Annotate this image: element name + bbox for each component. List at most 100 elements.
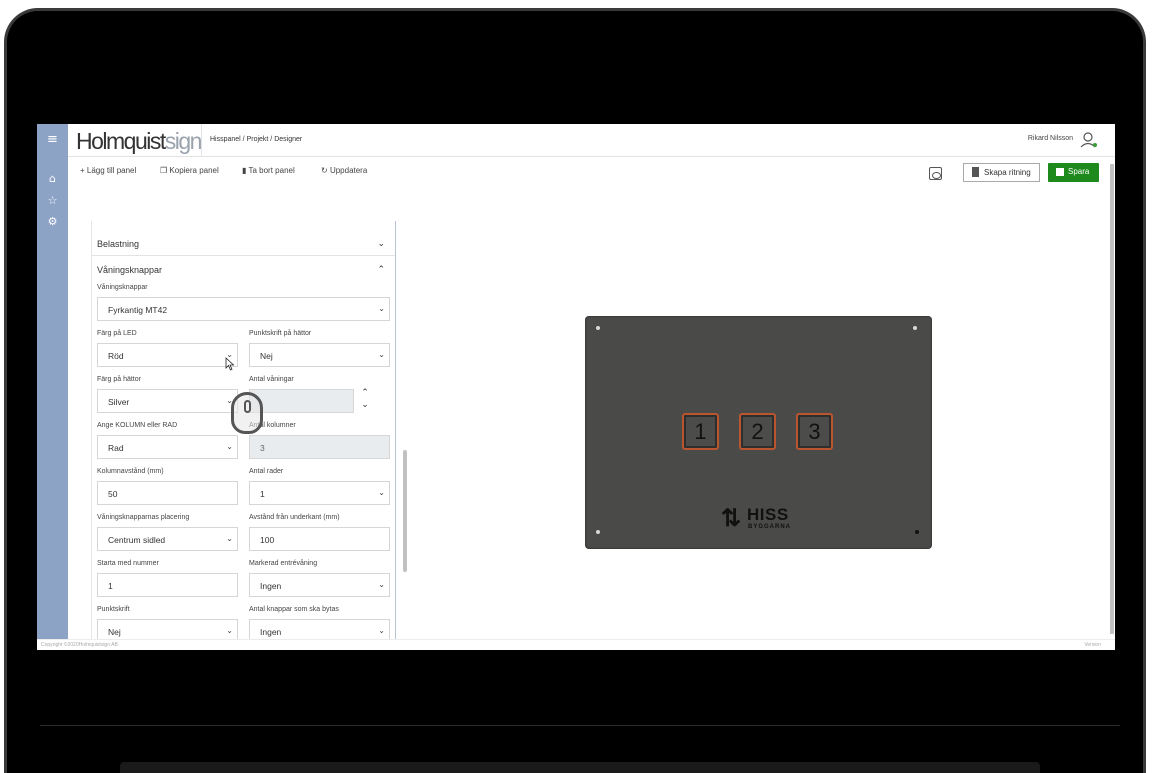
screw-hole [913,326,917,330]
cap-color-select[interactable]: Silver ⌄ [97,389,238,413]
create-drawing-button[interactable]: Skapa ritning [963,163,1040,182]
floor-button-2[interactable]: 2 [739,413,776,450]
columns-input[interactable]: 3 [249,435,390,459]
document-icon [972,167,979,177]
page-scrollbar[interactable] [1110,164,1114,634]
refresh-icon: ↻ [321,166,328,175]
chevron-down-icon: ⌄ [378,488,385,497]
toolbar: + Lägg till panel ❐ Kopiera panel ▮ Ta b… [68,157,1115,187]
braille-caps-label: Punktskrift på hättor [249,330,312,337]
panel-scrollbar[interactable] [403,450,407,572]
placement-select[interactable]: Centrum sidled ⌄ [97,527,238,551]
chevron-down-icon: ⌄ [378,626,385,635]
accordion-belastning-title: Belastning [97,239,140,249]
refresh-label: Uppdatera [329,166,368,175]
chevron-up-icon: ⌃ [377,264,385,274]
marked-entry-value: Ingen [260,581,282,591]
copy-panel-button[interactable]: ❐ Kopiera panel [160,166,219,175]
button-type-value: Fyrkantig MT42 [108,305,168,315]
logo[interactable]: Holmquistsign [76,128,203,155]
button-type-label: Våningsknappar [97,284,148,291]
stepper-down-icon[interactable]: ⌄ [360,399,370,410]
logo-divider [201,124,202,157]
copy-icon: ❐ [160,166,168,175]
distance-bottom-label: Avstånd från underkant (mm) [249,514,340,521]
buttons-replaced-value: Ingen [260,627,282,637]
rows-select[interactable]: 1 ⌄ [249,481,390,505]
refresh-button[interactable]: ↻ Uppdatera [321,166,367,175]
start-number-label: Starta med nummer [97,560,159,567]
floor-button-3[interactable]: 3 [796,413,833,450]
user-name[interactable]: Rikard Nilsson [1028,135,1073,142]
column-or-row-label: Ange KOLUMN eller RAD [97,422,178,429]
led-color-label: Färg på LED [97,330,137,337]
braille-caps-select[interactable]: Nej ⌄ [249,343,390,367]
chevron-down-icon: ⌄ [378,580,385,589]
button-type-select[interactable]: Fyrkantig MT42 ⌄ [97,297,390,321]
camera-icon[interactable] [929,167,942,180]
screw-hole [915,530,919,534]
accordion-belastning[interactable]: Belastning ⌄ [92,231,395,256]
laptop-hinge-line [40,725,1120,726]
brand-main-text: HISS [747,505,789,524]
placement-value: Centrum sidled [108,535,166,545]
chevron-down-icon: ⌄ [378,304,385,313]
chevron-down-icon: ⌄ [226,626,233,635]
user-icon[interactable] [1080,131,1098,149]
star-icon[interactable]: ☆ [37,194,68,207]
led-color-value: Röd [108,351,124,361]
breadcrumb[interactable]: Hisspanel / Projekt / Designer [210,136,302,143]
arrow-logo-icon: ⇅ [721,505,742,532]
save-button[interactable]: Spara [1048,163,1099,182]
braille-caps-value: Nej [260,351,273,361]
panel-preview: 1 2 3 ⇅ HISS BYGGARNA [585,316,932,549]
braille-label: Punktskrift [97,606,130,613]
menu-icon[interactable]: ≡ [37,132,68,147]
trash-icon: ▮ [242,166,247,175]
buttons-replaced-select[interactable]: Ingen ⌄ [249,619,390,639]
cap-color-value: Silver [108,397,130,407]
delete-panel-label: Ta bort panel [248,166,295,175]
cap-color-label: Färg på hättor [97,376,141,383]
copyright-text: Copyright ©2020Holmquistsign AB [41,642,118,648]
distance-bottom-input[interactable]: 100 [249,527,390,551]
chevron-down-icon: ⌄ [226,442,233,451]
braille-select[interactable]: Nej ⌄ [97,619,238,639]
rows-value: 1 [260,489,265,499]
logo-tail-text: sign [164,128,203,154]
floors-input[interactable] [249,389,354,413]
save-icon [1056,168,1064,176]
floor-button-1[interactable]: 1 [682,413,719,450]
placement-label: Våningsknapparnas placering [97,514,190,521]
accordion-vaningsknappar[interactable]: Våningsknappar ⌃ [92,257,395,282]
add-panel-button[interactable]: + Lägg till panel [80,166,136,175]
braille-value: Nej [108,627,121,637]
left-nav: ≡ ⌂ ☆ ⚙ [37,124,68,639]
column-spacing-label: Kolumnavstånd (mm) [97,468,164,475]
chevron-down-icon: ⌄ [378,350,385,359]
version-text: Version [1084,642,1101,648]
laptop-base [120,762,1040,773]
stepper-up-icon[interactable]: ⌃ [360,387,370,398]
screw-hole [596,530,600,534]
led-color-select[interactable]: Röd ⌄ [97,343,238,367]
rows-label: Antal rader [249,468,284,475]
brand-sub-text: BYGGARNA [748,524,792,530]
chevron-down-icon: ⌄ [226,534,233,543]
delete-panel-button[interactable]: ▮ Ta bort panel [242,166,295,175]
mouse-wheel [244,400,251,413]
column-or-row-select[interactable]: Rad ⌄ [97,435,238,459]
marked-entry-select[interactable]: Ingen ⌄ [249,573,390,597]
buttons-replaced-label: Antal knappar som ska bytas [249,606,339,613]
save-label: Spara [1068,167,1090,176]
marked-entry-label: Markerad entrévåning [249,560,318,567]
home-icon[interactable]: ⌂ [37,172,68,185]
mouse-scroll-icon [231,392,263,434]
column-spacing-input[interactable]: 50 [97,481,238,505]
mouse-pointer-icon [225,357,235,371]
chevron-down-icon: ⌄ [377,238,385,248]
top-bar: Holmquistsign Hisspanel / Projekt / Desi… [68,124,1115,157]
screw-hole [596,326,600,330]
start-number-input[interactable]: 1 [97,573,238,597]
gear-icon[interactable]: ⚙ [37,215,68,228]
